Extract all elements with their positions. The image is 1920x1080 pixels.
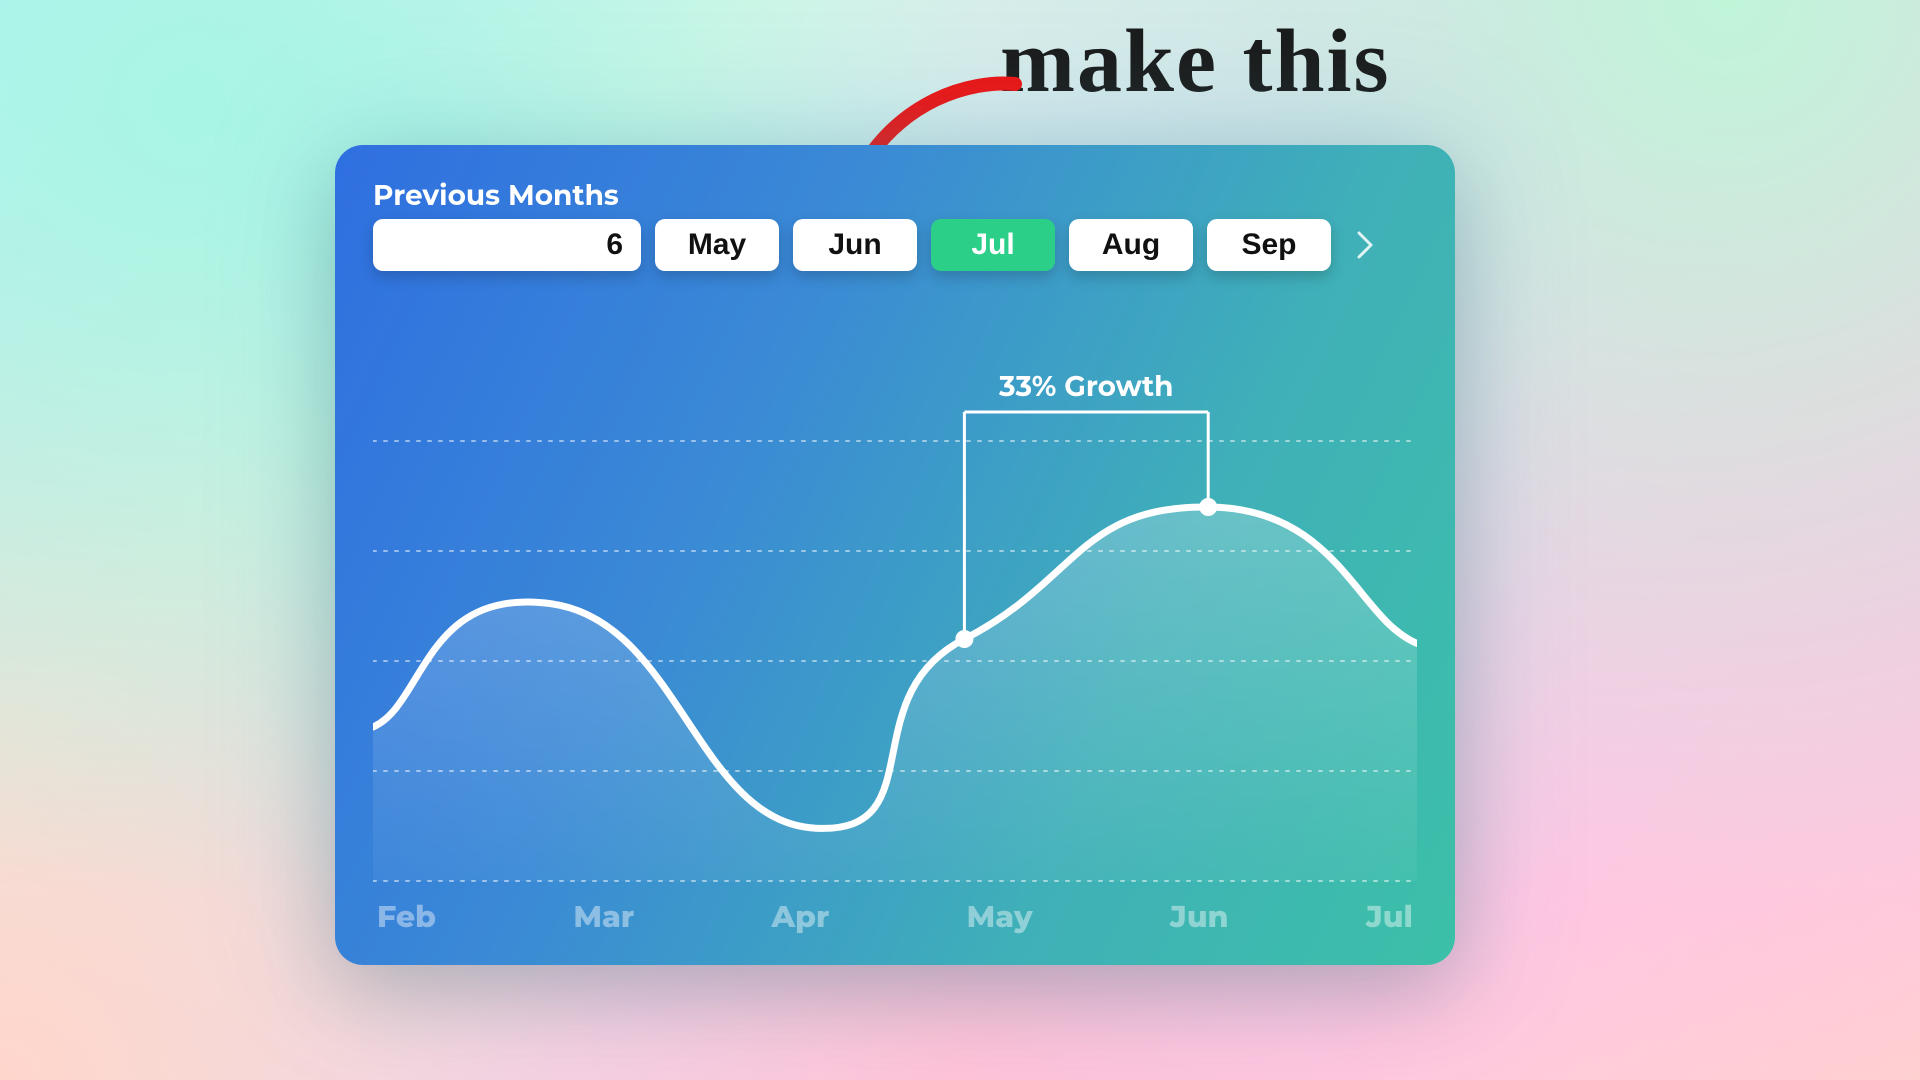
x-tick: Jul [1366,898,1413,935]
growth-callout: 33% Growth [999,370,1173,404]
month-pill-aug[interactable]: Aug [1069,219,1193,271]
month-pill-sep[interactable]: Sep [1207,219,1331,271]
previous-months-label: Previous Months [373,179,1417,213]
x-tick: Apr [772,898,830,935]
x-tick: May [967,898,1033,935]
chart-card: Previous Months May Jun Jul Aug Sep [335,145,1455,965]
area-chart-svg [373,331,1417,941]
handwritten-annotation: make this [1000,10,1391,113]
chevron-right-icon [1356,230,1374,260]
x-axis: Feb Mar Apr May Jun Jul [373,891,1417,941]
next-month-button[interactable] [1345,219,1385,271]
month-pill-jun[interactable]: Jun [793,219,917,271]
previous-months-input[interactable] [373,219,641,271]
x-tick: Jun [1170,898,1229,935]
month-pill-may[interactable]: May [655,219,779,271]
chart-area: 33% Growth Feb Mar Apr May Jun Jul [373,331,1417,941]
x-tick: Feb [377,898,436,935]
month-pill-jul[interactable]: Jul [931,219,1055,271]
controls-row: May Jun Jul Aug Sep [373,219,1417,271]
x-tick: Mar [573,898,634,935]
